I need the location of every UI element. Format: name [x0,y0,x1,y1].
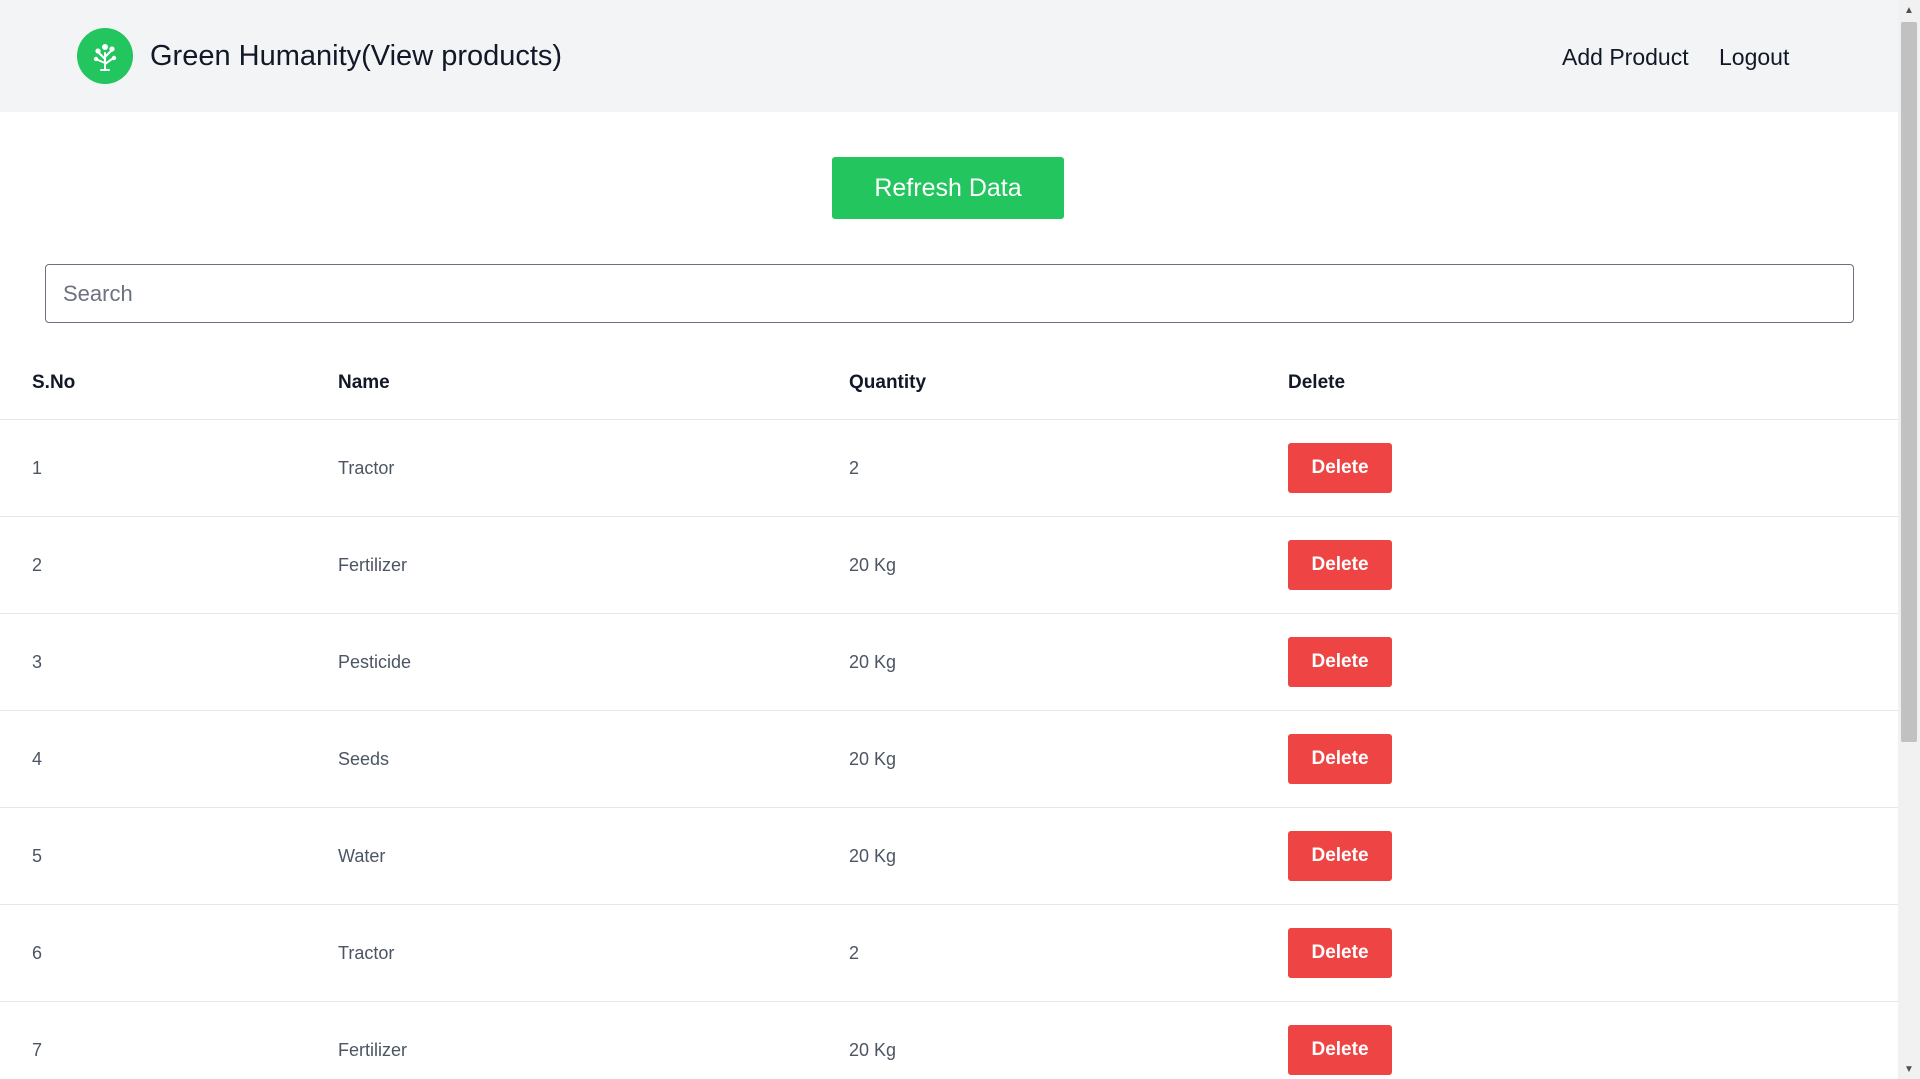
delete-button[interactable]: Delete [1288,637,1392,687]
table-header: S.No Name Quantity Delete [0,350,1898,420]
cell-quantity: 2 [849,943,860,963]
cell-sno: 3 [32,652,43,672]
delete-button[interactable]: Delete [1288,540,1392,590]
cell-name: Water [338,846,386,866]
delete-button[interactable]: Delete [1288,1025,1392,1075]
scroll-up-arrow-icon[interactable]: ▲ [1898,0,1920,20]
column-header-name: Name [338,372,390,393]
cell-sno: 1 [32,458,43,478]
cell-quantity: 20 Kg [849,1040,897,1060]
vertical-scrollbar[interactable]: ▲ ▼ [1898,0,1920,1079]
table-row: 6 Tractor 2 Delete [0,905,1898,1002]
column-header-sno: S.No [32,372,76,393]
cell-name: Pesticide [338,652,412,672]
scrollbar-thumb[interactable] [1901,22,1917,742]
tree-icon [93,44,117,71]
cell-quantity: 20 Kg [849,652,897,672]
cell-sno: 7 [32,1040,43,1060]
page: Green Humanity(View products) Add Produc… [0,0,1920,1079]
cell-sno: 6 [32,943,43,963]
refresh-data-button[interactable]: Refresh Data [832,157,1064,219]
app-header: Green Humanity(View products) Add Produc… [0,0,1898,112]
cell-sno: 4 [32,749,43,769]
cell-quantity: 20 Kg [849,555,897,575]
cell-name: Fertilizer [338,1040,408,1060]
table-row: 5 Water 20 Kg Delete [0,808,1898,905]
delete-button[interactable]: Delete [1288,928,1392,978]
logout-link[interactable]: Logout [1719,42,1789,72]
table-row: 3 Pesticide 20 Kg Delete [0,614,1898,711]
table-row: 7 Fertilizer 20 Kg Delete [0,1002,1898,1079]
table-row: 4 Seeds 20 Kg Delete [0,711,1898,808]
search-input[interactable] [45,264,1854,323]
cell-sno: 2 [32,555,43,575]
cell-quantity: 20 Kg [849,846,897,866]
column-header-delete: Delete [1288,372,1346,393]
cell-name: Tractor [338,943,395,963]
products-table: S.No Name Quantity Delete 1 Tractor 2 De… [0,350,1898,1079]
cell-quantity: 2 [849,458,860,478]
delete-button[interactable]: Delete [1288,831,1392,881]
cell-quantity: 20 Kg [849,749,897,769]
delete-button[interactable]: Delete [1288,734,1392,784]
cell-name: Fertilizer [338,555,408,575]
column-header-quantity: Quantity [849,372,927,393]
cell-name: Seeds [338,749,390,769]
scroll-down-arrow-icon[interactable]: ▼ [1898,1059,1920,1079]
delete-button[interactable]: Delete [1288,443,1392,493]
add-product-link[interactable]: Add Product [1562,42,1689,72]
table-row: 2 Fertilizer 20 Kg Delete [0,517,1898,614]
page-title: Green Humanity(View products) [150,40,563,72]
logo [77,28,133,84]
table-row: 1 Tractor 2 Delete [0,420,1898,517]
cell-sno: 5 [32,846,43,866]
cell-name: Tractor [338,458,395,478]
